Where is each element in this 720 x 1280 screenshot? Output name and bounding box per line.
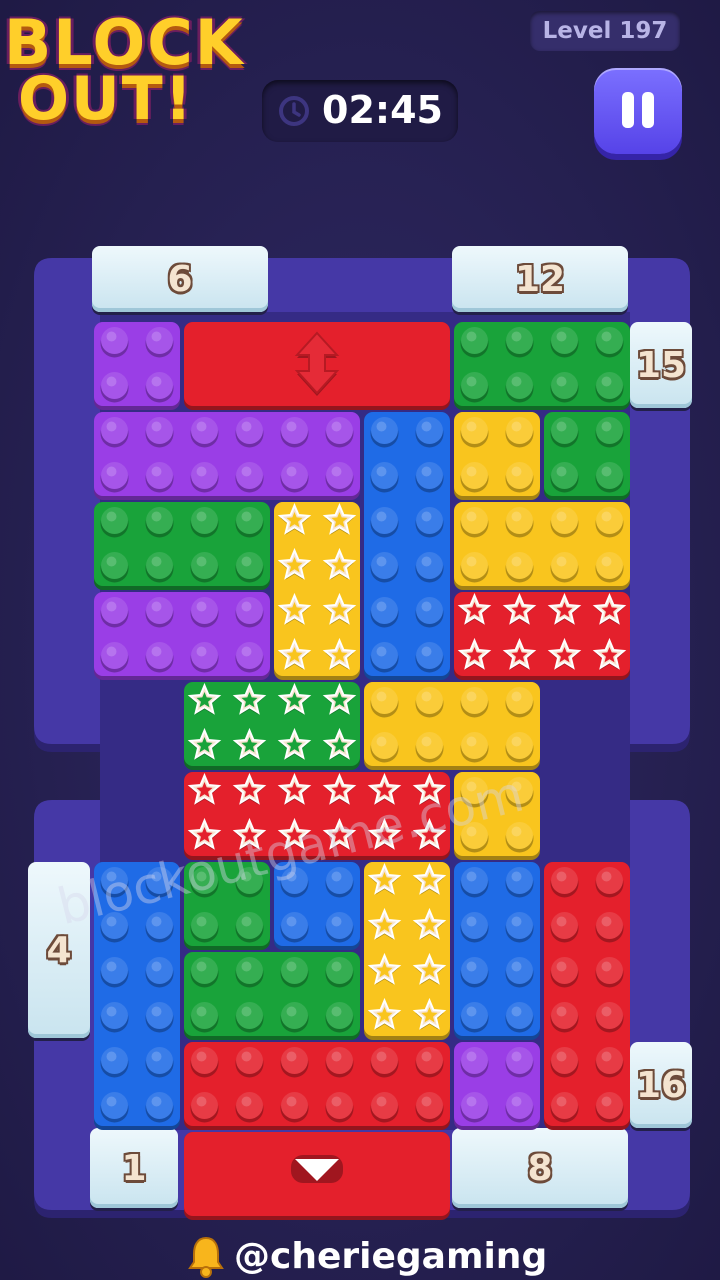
block-piece-yellow-star[interactable] bbox=[274, 502, 360, 680]
block-piece-yellow-star[interactable] bbox=[364, 862, 450, 1040]
block-piece-red[interactable] bbox=[184, 1042, 450, 1130]
block-piece-red[interactable] bbox=[544, 862, 630, 1130]
channel-handle: @cheriegaming bbox=[234, 1236, 548, 1277]
block-piece-purple[interactable] bbox=[454, 1042, 540, 1130]
block-piece-purple[interactable] bbox=[94, 592, 270, 680]
block-piece-green[interactable] bbox=[94, 502, 270, 590]
channel-credit: @cheriegaming bbox=[186, 1234, 586, 1280]
block-piece-blue[interactable] bbox=[454, 862, 540, 1040]
game-board bbox=[94, 322, 630, 1220]
block-piece-red-star[interactable] bbox=[184, 772, 450, 860]
block-piece-red-star[interactable] bbox=[454, 592, 630, 680]
bell-icon bbox=[188, 1236, 224, 1278]
block-piece-red[interactable] bbox=[184, 322, 450, 410]
block-piece-blue[interactable] bbox=[274, 862, 360, 950]
block-piece-blue[interactable] bbox=[364, 412, 450, 680]
block-piece-blue[interactable] bbox=[94, 862, 180, 1130]
block-piece-red[interactable] bbox=[184, 1132, 450, 1220]
block-piece-green-star[interactable] bbox=[184, 682, 360, 770]
